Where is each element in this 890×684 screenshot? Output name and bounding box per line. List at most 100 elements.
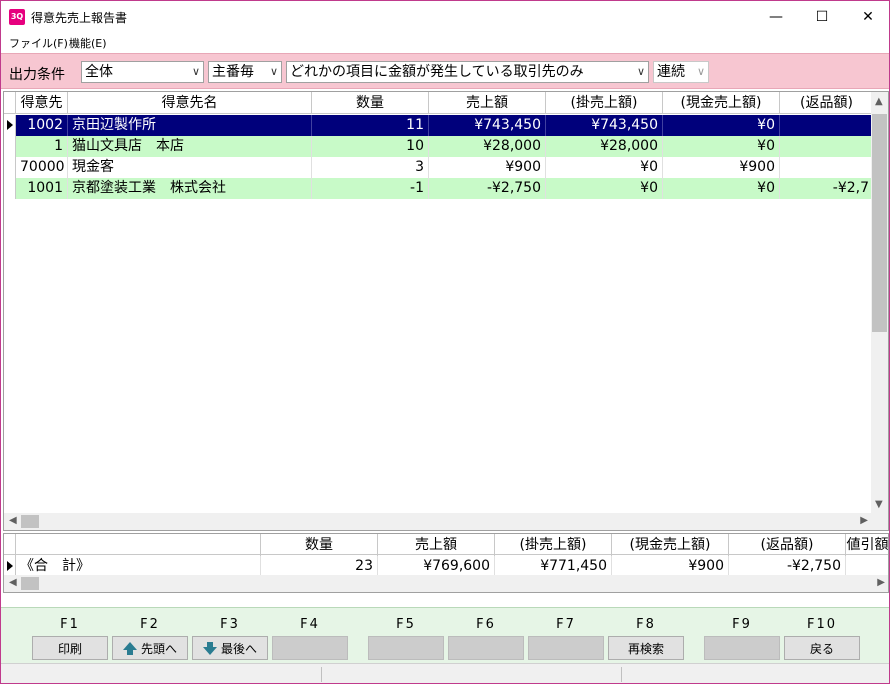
col-name-header[interactable]: 得意先名 [68,92,312,114]
horizontal-scroll-thumb[interactable] [21,577,39,590]
row-indicator [4,136,16,157]
status-divider [321,667,322,682]
mode-select[interactable]: 連続 ∨ [653,61,709,83]
cell-code[interactable]: 1002 [16,115,68,136]
table-row[interactable]: 1001 京都塗装工業 株式会社 -1 -¥2,750 ¥0 ¥0 -¥2,7 [4,178,874,199]
sort-select[interactable]: 主番毎 ∨ [208,61,282,83]
totals-row[interactable]: 《合 計》 23 ¥769,600 ¥771,450 ¥900 -¥2,750 [4,556,888,577]
cell-qty[interactable]: 3 [312,157,429,178]
chevron-down-icon: ∨ [191,65,200,78]
cell-code[interactable]: 1001 [16,178,68,199]
status-bar [1,663,889,683]
cell-returns[interactable] [780,157,874,178]
cell-name[interactable]: 京都塗装工業 株式会社 [68,178,312,199]
cell-credit[interactable]: ¥0 [546,157,663,178]
row-indicator-header [4,92,16,114]
maximize-button[interactable]: ☐ [799,1,845,32]
menu-file[interactable]: ファイル(F) [9,35,68,51]
arrow-down-icon [202,641,217,655]
chevron-down-icon: ∨ [696,65,705,78]
vertical-scroll-thumb[interactable] [872,114,887,332]
scroll-right-arrow-icon[interactable]: ▶ [877,577,885,588]
grid-header: 得意先 得意先名 数量 売上額 (掛売上額) (現金売上額) (返品額) [4,92,874,114]
cell-cash[interactable]: ¥0 [663,115,780,136]
app-logo-icon: 3Q [9,9,25,25]
col-code-header[interactable]: 得意先 [16,92,68,114]
cell-credit[interactable]: ¥0 [546,178,663,199]
fkey-label-f9: F9 [732,617,752,632]
scroll-left-arrow-icon[interactable]: ◀ [9,577,17,588]
fkey-label-f7: F7 [556,617,576,632]
tot-col-cash-header: (現金売上額) [612,534,729,556]
status-divider [621,667,622,682]
col-sales-header[interactable]: 売上額 [429,92,546,114]
col-qty-header[interactable]: 数量 [312,92,429,114]
cell-cash[interactable]: ¥900 [663,157,780,178]
go-first-button[interactable]: 先頭へ [112,636,188,660]
cell-credit[interactable]: ¥28,000 [546,136,663,157]
scroll-up-arrow-icon[interactable]: ▲ [875,96,883,107]
scroll-down-arrow-icon[interactable]: ▼ [875,499,883,510]
f6-button[interactable] [448,636,524,660]
total-qty: 23 [261,556,378,577]
totals-grid[interactable]: 数量 売上額 (掛売上額) (現金売上額) (返品額) 値引額 《合 計》 23… [3,533,889,593]
cell-sales[interactable]: -¥2,750 [429,178,546,199]
row-indicator [4,556,16,577]
cell-qty[interactable]: 11 [312,115,429,136]
table-row[interactable]: 1 猫山文具店 本店 10 ¥28,000 ¥28,000 ¥0 [4,136,874,157]
scroll-right-arrow-icon[interactable]: ▶ [860,515,868,526]
table-row[interactable]: 1002 京田辺製作所 11 ¥743,450 ¥743,450 ¥0 [4,115,874,136]
horizontal-scroll-thumb[interactable] [21,515,39,528]
cell-returns[interactable]: -¥2,7 [780,178,874,199]
horizontal-scrollbar[interactable]: ◀ ▶ [4,513,888,530]
row-indicator [4,157,16,178]
current-row-arrow-icon [7,120,13,130]
col-returns-header[interactable]: (返品額) [780,92,874,114]
table-row[interactable]: 70000 現金客 3 ¥900 ¥0 ¥900 [4,157,874,178]
research-button[interactable]: 再検索 [608,636,684,660]
cell-name[interactable]: 京田辺製作所 [68,115,312,136]
go-last-button[interactable]: 最後へ [192,636,268,660]
f7-button[interactable] [528,636,604,660]
cell-code[interactable]: 70000 [16,157,68,178]
close-button[interactable]: ✕ [845,1,890,32]
total-cash: ¥900 [612,556,729,577]
print-button[interactable]: 印刷 [32,636,108,660]
cell-qty[interactable]: 10 [312,136,429,157]
fkey-label-f5: F5 [396,617,416,632]
cell-qty[interactable]: -1 [312,178,429,199]
cell-code[interactable]: 1 [16,136,68,157]
f9-button[interactable] [704,636,780,660]
f4-button[interactable] [272,636,348,660]
research-button-label: 再検索 [627,641,664,656]
scroll-left-arrow-icon[interactable]: ◀ [9,515,17,526]
back-button[interactable]: 戻る [784,636,860,660]
title-bar[interactable]: 3Q 得意先売上報告書 — ☐ ✕ [1,1,889,32]
cell-name[interactable]: 猫山文具店 本店 [68,136,312,157]
sales-grid[interactable]: 得意先 得意先名 数量 売上額 (掛売上額) (現金売上額) (返品額) 100… [3,91,889,531]
cell-name[interactable]: 現金客 [68,157,312,178]
cell-returns[interactable] [780,136,874,157]
col-cash-header[interactable]: (現金売上額) [663,92,780,114]
scope-select[interactable]: 全体 ∨ [81,61,204,83]
back-button-label: 戻る [809,641,834,656]
fkey-label-f4: F4 [300,617,320,632]
cell-sales[interactable]: ¥743,450 [429,115,546,136]
cell-sales[interactable]: ¥28,000 [429,136,546,157]
filter-select[interactable]: どれかの項目に金額が発生している取引先のみ ∨ [286,61,649,83]
vertical-scrollbar[interactable]: ▲ ▼ [871,92,888,514]
menu-function[interactable]: 機能(E) [69,35,107,51]
totals-horizontal-scrollbar[interactable]: ◀ ▶ [4,575,888,592]
cell-returns[interactable] [780,115,874,136]
menu-bar: ファイル(F) 機能(E) [1,32,889,52]
function-key-panel: F1 印刷 F2 先頭へ F3 最後へ F4 F5 F6 F7 F8 再検索 F… [1,607,889,663]
f5-button[interactable] [368,636,444,660]
cell-sales[interactable]: ¥900 [429,157,546,178]
col-credit-header[interactable]: (掛売上額) [546,92,663,114]
cell-cash[interactable]: ¥0 [663,178,780,199]
cell-cash[interactable]: ¥0 [663,136,780,157]
app-window: 3Q 得意先売上報告書 — ☐ ✕ ファイル(F) 機能(E) 出力条件 全体 … [0,0,890,684]
tot-col-credit-header: (掛売上額) [495,534,612,556]
cell-credit[interactable]: ¥743,450 [546,115,663,136]
minimize-button[interactable]: — [753,1,799,32]
